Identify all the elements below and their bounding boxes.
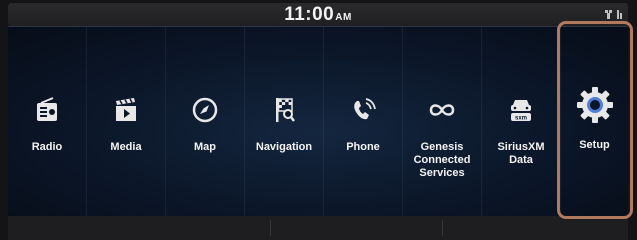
app-label-siriusxm-data: SiriusXM Data [497, 141, 545, 166]
app-label-navigation: Navigation [255, 141, 313, 153]
bottom-bar-divider [270, 220, 271, 236]
setup-highlight-frame [557, 21, 633, 219]
phone-icon [324, 95, 402, 125]
bottom-bar [8, 216, 628, 240]
clock: 11:00AM [8, 4, 628, 26]
app-tile-navigation[interactable]: Navigation [245, 27, 324, 217]
siriusxm-badge-text: sxm [515, 116, 527, 122]
clock-time: 11:00 [284, 4, 335, 25]
app-tile-radio[interactable]: Radio [8, 27, 87, 217]
app-label-phone: Phone [346, 141, 380, 153]
navigation-flag-icon [245, 95, 323, 125]
clock-ampm: AM [335, 12, 352, 23]
app-label-media: Media [110, 141, 142, 153]
app-tile-siriusxm-data[interactable]: sxm SiriusXM Data [482, 27, 561, 217]
app-label-genesis-connected-services: Genesis Connected Services [413, 141, 471, 179]
app-tile-media[interactable]: Media [87, 27, 166, 217]
app-tile-map[interactable]: Map [166, 27, 245, 217]
signal-strength-icon [605, 10, 622, 19]
app-tile-genesis-connected-services[interactable]: Genesis Connected Services [403, 27, 482, 217]
status-icons [604, 8, 624, 20]
bottom-bar-divider [442, 220, 443, 236]
status-bar: 11:00AM [8, 3, 628, 26]
app-label-radio: Radio [31, 141, 63, 153]
media-icon [87, 95, 165, 125]
radio-icon [8, 95, 86, 125]
infinity-icon [403, 95, 481, 125]
app-tile-phone[interactable]: Phone [324, 27, 403, 217]
compass-icon [166, 95, 244, 125]
app-label-map: Map [194, 141, 216, 153]
siriusxm-icon: sxm [482, 95, 560, 125]
home-screen: Radio Media Map Navigation Phone Genesis… [8, 26, 628, 217]
